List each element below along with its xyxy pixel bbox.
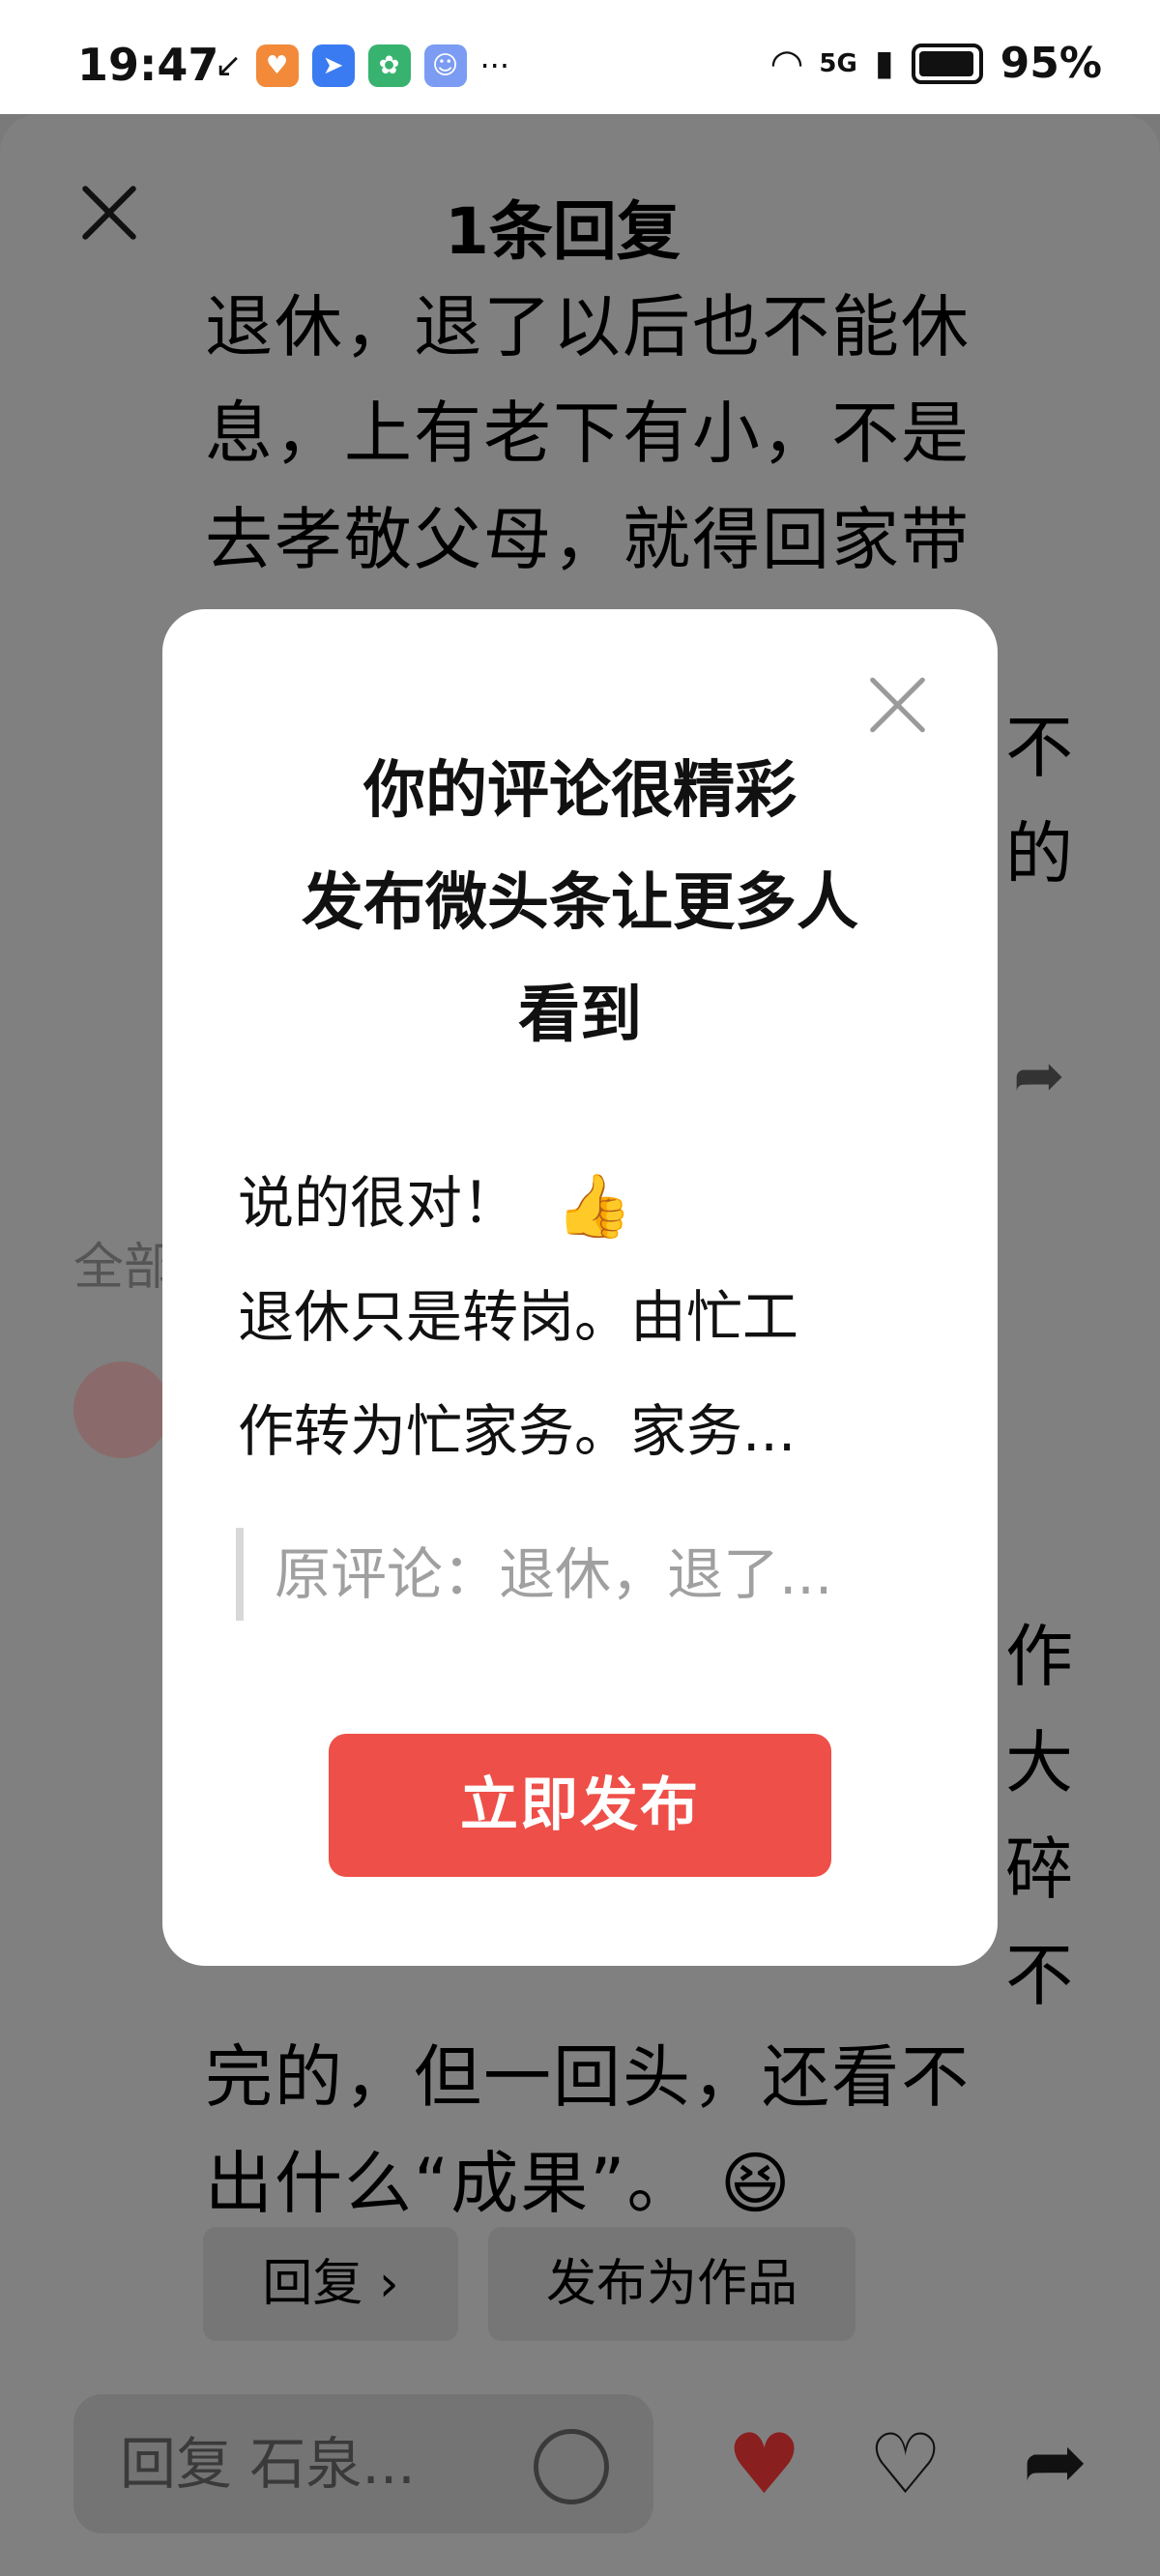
bg-edge-char: 作 <box>1005 1617 1073 1696</box>
bg-edge-char: 碎 <box>1005 1830 1073 1909</box>
reply-button[interactable]: 回复 › <box>203 2227 458 2341</box>
bg-line: 去孝敬父母，就得回家带 <box>205 500 971 579</box>
original-comment-quote: 原评论：退休，退了... <box>236 1528 913 1621</box>
bg-line-text: 出什么“成果”。 <box>205 2144 697 2223</box>
comment-preview: 说的很对！ 👍 退休只是转岗。由忙工 作转为忙家务。家务... <box>238 1146 934 1488</box>
dialog-title-line: 发布微头条让更多人 <box>302 867 858 939</box>
publish-now-button[interactable]: 立即发布 <box>329 1734 831 1877</box>
signal-icon: ▮ <box>874 44 894 83</box>
avatar[interactable] <box>73 1361 170 1458</box>
app-chat-icon: ☺ <box>423 44 467 87</box>
thumbs-up-icon: 👍 <box>555 1170 633 1243</box>
more-notifications-icon: ··· <box>479 47 510 84</box>
battery-icon <box>911 43 983 84</box>
bg-edge-char: 大 <box>1005 1723 1073 1802</box>
notification-icons: ↙ ♥ ➤ ✿ ☺ ··· <box>215 44 509 87</box>
app-heart-icon: ♥ <box>255 44 299 87</box>
section-label: 全部 <box>73 1239 175 1297</box>
laughing-emoji-icon: 😆 <box>719 2144 793 2223</box>
comment-line: 说的很对！ 👍 <box>238 1146 934 1260</box>
missed-call-icon: ↙ <box>215 46 243 85</box>
status-bar: 19:47 ↙ ♥ ➤ ✿ ☺ ··· ◠ 5G ▮ 95% <box>0 0 1160 114</box>
like-heart-icon[interactable]: ♥ <box>727 2423 801 2506</box>
app-compass-icon: ➤ <box>311 44 355 87</box>
wifi-icon: ◠ <box>771 41 802 86</box>
bg-line: 息，上有老下有小，不是 <box>205 394 971 473</box>
battery-percent: 95% <box>1000 39 1102 88</box>
bg-edge-char: 的 <box>1005 814 1073 893</box>
bg-line: 退休，退了以后也不能休 <box>205 287 971 366</box>
comment-line: 退休只是转岗。由忙工 <box>238 1284 799 1350</box>
bg-edge-char: 不 <box>1005 1936 1073 2015</box>
share-icon[interactable]: ➦ <box>1013 1040 1065 1112</box>
publish-prompt-dialog: 你的评论很精彩 发布微头条让更多人 看到 说的很对！ 👍 退休只是转岗。由忙工 … <box>162 609 998 1966</box>
comment-line: 作转为忙家务。家务... <box>238 1398 797 1464</box>
publish-as-work-button[interactable]: 发布为作品 <box>488 2227 856 2341</box>
emoji-picker-icon[interactable] <box>534 2429 609 2504</box>
sheet-header: 1条回复 <box>0 114 1160 269</box>
bg-line: 完的，但一回头，还看不 <box>205 2037 971 2117</box>
comment-line-text: 说的很对！ <box>238 1170 519 1236</box>
system-icons: ◠ 5G ▮ 95% <box>772 39 1102 88</box>
bg-line: 出什么“成果”。 😆 <box>205 2130 1075 2237</box>
broken-heart-icon[interactable]: ♡ <box>868 2423 942 2506</box>
reply-input-placeholder: 回复 石泉... <box>120 2431 416 2497</box>
bg-edge-char: 不 <box>1005 708 1073 787</box>
background-comment-text: 退休，退了以后也不能休 息，上有老下有小，不是 去孝敬父母，就得回家带 <box>205 274 1075 593</box>
network-label: 5G <box>819 48 857 78</box>
dialog-title-line: 看到 <box>518 980 642 1051</box>
share-arrow-icon[interactable]: ➦ <box>1023 2423 1088 2501</box>
sheet-title: 1条回复 <box>445 194 681 269</box>
close-dialog-button[interactable] <box>868 675 928 735</box>
status-time: 19:47 <box>77 39 219 91</box>
dialog-title: 你的评论很精彩 发布微头条让更多人 看到 <box>162 735 998 1071</box>
dialog-title-line: 你的评论很精彩 <box>363 755 797 827</box>
app-flower-icon: ✿ <box>367 44 411 87</box>
background-comment-tail: 完的，但一回头，还看不 出什么“成果”。 😆 <box>205 2024 1075 2237</box>
